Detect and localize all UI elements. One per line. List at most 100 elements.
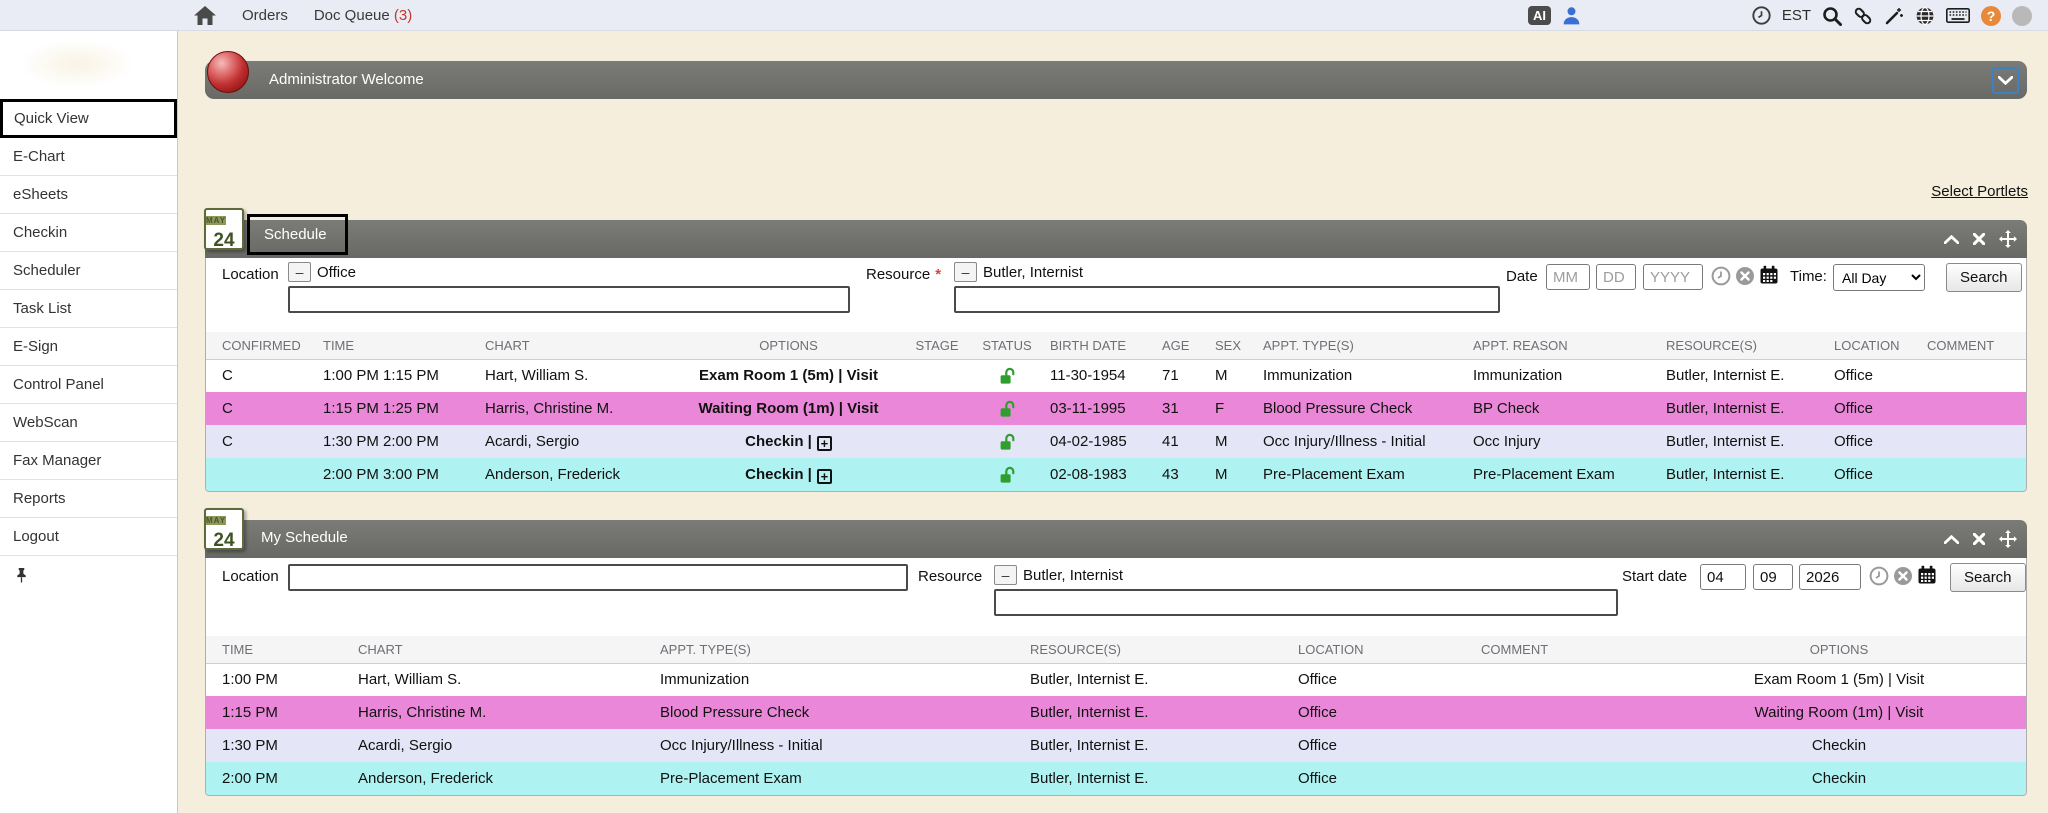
welcome-collapse-button[interactable] (1992, 67, 2019, 94)
column-header-comment[interactable]: COMMENT (1923, 332, 2026, 359)
unlocked-padlock-icon[interactable] (999, 465, 1016, 482)
column-header-birth_date[interactable]: BIRTH DATE (1046, 332, 1158, 359)
column-header-appt_types[interactable]: APPT. TYPE(S) (656, 636, 1026, 663)
sidebar-item-fax-manager[interactable]: Fax Manager (0, 442, 177, 480)
calendar-picker-icon[interactable] (1917, 565, 1937, 590)
table-row[interactable]: C1:30 PM 2:00 PMAcardi, SergioCheckin |+… (206, 425, 2026, 458)
options-links[interactable]: Exam Room 1 (5m) | Visit (699, 367, 878, 384)
table-row[interactable]: C1:15 PM 1:25 PMHarris, Christine M.Wait… (206, 392, 2026, 425)
column-header-confirmed[interactable]: CONFIRMED (206, 332, 319, 359)
options-links[interactable]: Checkin | (745, 433, 812, 450)
column-header-comment[interactable]: COMMENT (1477, 636, 1652, 663)
clear-date-icon[interactable] (1893, 566, 1913, 591)
table-row[interactable]: 2:00 PM 3:00 PMAnderson, FrederickChecki… (206, 458, 2026, 491)
location-input[interactable] (288, 564, 908, 591)
my-schedule-search-button[interactable]: Search (1950, 563, 2026, 592)
search-icon[interactable] (1822, 6, 1842, 26)
globe-icon[interactable] (1915, 6, 1935, 26)
column-header-age[interactable]: AGE (1158, 332, 1211, 359)
schedule-search-button[interactable]: Search (1946, 263, 2022, 292)
collapse-portlet-icon[interactable] (1944, 535, 1959, 544)
table-row[interactable]: 1:00 PMHart, William S.ImmunizationButle… (206, 663, 2026, 696)
plus-box-icon[interactable]: + (817, 436, 832, 451)
time-picker-icon[interactable] (1869, 566, 1889, 591)
sidebar-item-webscan[interactable]: WebScan (0, 404, 177, 442)
sidebar-item-quick-view[interactable]: Quick View (0, 99, 177, 138)
calendar-picker-icon[interactable] (1759, 265, 1779, 290)
options-links[interactable]: Checkin (1812, 737, 1866, 754)
sidebar-item-checkin[interactable]: Checkin (0, 214, 177, 252)
table-row[interactable]: 2:00 PMAnderson, FrederickPre-Placement … (206, 762, 2026, 795)
user-icon[interactable] (1561, 5, 1582, 26)
resource-input[interactable] (954, 286, 1500, 313)
nav-orders[interactable]: Orders (242, 7, 288, 24)
unlocked-padlock-icon[interactable] (999, 432, 1016, 449)
time-select[interactable]: All Day (1833, 264, 1925, 291)
sidebar-item-esheets[interactable]: eSheets (0, 176, 177, 214)
column-header-time[interactable]: TIME (206, 636, 354, 663)
location-collapse-button[interactable]: – (288, 262, 311, 282)
date-yyyy-input[interactable] (1643, 264, 1703, 290)
column-header-appt_reason[interactable]: APPT. REASON (1469, 332, 1662, 359)
column-header-options[interactable]: OPTIONS (671, 332, 906, 359)
unlocked-padlock-icon[interactable] (999, 399, 1016, 416)
start-mm-input[interactable] (1700, 564, 1746, 590)
resource-collapse-button[interactable]: – (994, 565, 1017, 585)
start-yyyy-input[interactable] (1799, 564, 1861, 590)
table-row[interactable]: 1:15 PMHarris, Christine M.Blood Pressur… (206, 696, 2026, 729)
column-header-stage[interactable]: STAGE (906, 332, 968, 359)
table-row[interactable]: 1:30 PMAcardi, SergioOcc Injury/Illness … (206, 729, 2026, 762)
collapse-portlet-icon[interactable] (1944, 235, 1959, 244)
date-mm-input[interactable] (1546, 264, 1590, 290)
column-header-time[interactable]: TIME (319, 332, 481, 359)
sidebar-item-task-list[interactable]: Task List (0, 290, 177, 328)
column-header-resources[interactable]: RESOURCE(S) (1662, 332, 1830, 359)
time-picker-icon[interactable] (1711, 266, 1731, 291)
sidebar-item-e-chart[interactable]: E-Chart (0, 138, 177, 176)
move-portlet-icon[interactable] (1999, 230, 2017, 248)
ai-badge[interactable]: AI (1528, 6, 1551, 25)
sidebar-item-reports[interactable]: Reports (0, 480, 177, 518)
cell-time: 2:00 PM (206, 762, 354, 795)
plus-box-icon[interactable]: + (817, 469, 832, 484)
column-header-chart[interactable]: CHART (481, 332, 671, 359)
close-portlet-icon[interactable] (1973, 233, 1985, 245)
column-header-location[interactable]: LOCATION (1830, 332, 1923, 359)
keyboard-icon[interactable] (1946, 8, 1970, 23)
column-header-sex[interactable]: SEX (1211, 332, 1259, 359)
column-header-resources[interactable]: RESOURCE(S) (1026, 636, 1294, 663)
options-links[interactable]: Waiting Room (1m) | Visit (698, 400, 878, 417)
pin-sidebar-button[interactable] (0, 556, 177, 598)
column-header-location[interactable]: LOCATION (1294, 636, 1477, 663)
move-portlet-icon[interactable] (1999, 530, 2017, 548)
options-links[interactable]: Exam Room 1 (5m) | Visit (1754, 671, 1924, 688)
column-header-appt_types[interactable]: APPT. TYPE(S) (1259, 332, 1469, 359)
resource-collapse-button[interactable]: – (954, 262, 977, 282)
status-circle-icon[interactable] (2012, 6, 2032, 26)
sidebar-item-e-sign[interactable]: E-Sign (0, 328, 177, 366)
sidebar-item-scheduler[interactable]: Scheduler (0, 252, 177, 290)
options-links[interactable]: Checkin (1812, 770, 1866, 787)
table-row[interactable]: C1:00 PM 1:15 PMHart, William S.Exam Roo… (206, 359, 2026, 392)
column-header-status[interactable]: STATUS (968, 332, 1046, 359)
link-icon[interactable] (1853, 6, 1873, 26)
magic-wand-icon[interactable] (1884, 6, 1904, 26)
options-links[interactable]: Checkin | (745, 466, 812, 483)
help-icon[interactable]: ? (1981, 6, 2001, 26)
date-dd-input[interactable] (1596, 264, 1636, 290)
location-input[interactable] (288, 286, 850, 313)
column-header-chart[interactable]: CHART (354, 636, 656, 663)
unlocked-padlock-icon[interactable] (999, 367, 1016, 384)
start-dd-input[interactable] (1753, 564, 1793, 590)
sidebar-item-control-panel[interactable]: Control Panel (0, 366, 177, 404)
select-portlets-link[interactable]: Select Portlets (1931, 183, 2028, 200)
home-icon[interactable] (194, 6, 216, 25)
clear-date-icon[interactable] (1735, 266, 1755, 291)
column-header-options[interactable]: OPTIONS (1652, 636, 2026, 663)
clock-icon[interactable] (1752, 6, 1771, 25)
options-links[interactable]: Waiting Room (1m) | Visit (1755, 704, 1924, 721)
close-portlet-icon[interactable] (1973, 533, 1985, 545)
resource-input[interactable] (994, 589, 1618, 616)
sidebar-item-logout[interactable]: Logout (0, 518, 177, 556)
nav-doc-queue[interactable]: Doc Queue (3) (314, 7, 412, 24)
